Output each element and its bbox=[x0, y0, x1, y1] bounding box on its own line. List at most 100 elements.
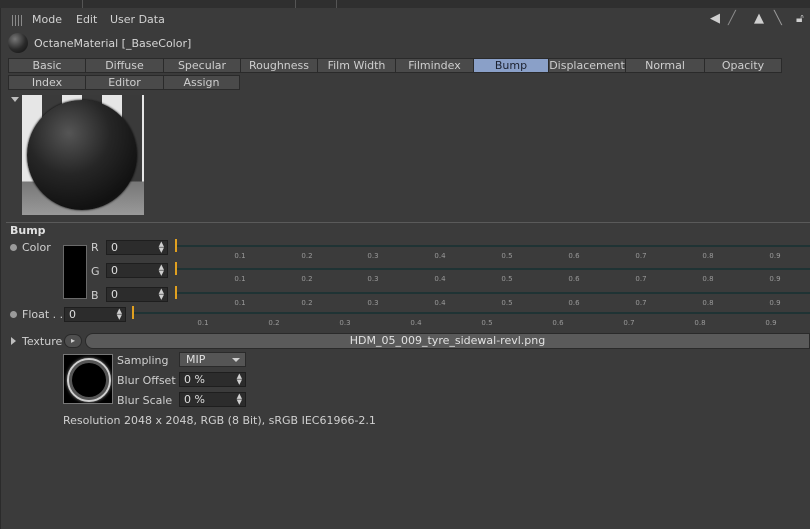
float-label: Float . . bbox=[22, 308, 64, 321]
preview-collapse-icon[interactable] bbox=[11, 97, 19, 102]
tab-opacity[interactable]: Opacity bbox=[704, 58, 782, 73]
tab-normal[interactable]: Normal bbox=[625, 58, 705, 73]
sampling-label: Sampling bbox=[117, 354, 169, 367]
channel-r-slider[interactable]: 0.1 0.2 0.3 0.4 0.5 0.6 0.7 0.8 0.9 bbox=[175, 239, 810, 260]
float-slider[interactable]: 0.1 0.2 0.3 0.4 0.5 0.6 0.7 0.8 0.9 bbox=[132, 306, 810, 327]
tick-label: 0.1 bbox=[234, 252, 246, 260]
tab-film-width[interactable]: Film Width bbox=[317, 58, 396, 73]
menu-user-data[interactable]: User Data bbox=[110, 13, 165, 26]
channel-r-label: R bbox=[91, 241, 99, 254]
float-animate-dot[interactable] bbox=[10, 311, 17, 318]
top-strip-segment bbox=[0, 0, 83, 8]
tick-label: 0.2 bbox=[268, 319, 280, 327]
section-title: Bump bbox=[6, 222, 810, 237]
blur-offset-label: Blur Offset bbox=[117, 374, 176, 387]
navigation-icons: ◀ ╱ ▲ ╲ 🔓︎ bbox=[710, 11, 810, 29]
tick-label: 0.9 bbox=[769, 275, 781, 283]
texture-thumbnail[interactable] bbox=[63, 354, 113, 404]
tick-label: 0.1 bbox=[197, 319, 209, 327]
channel-b-field[interactable]: 0 ▲ ▼ bbox=[106, 287, 168, 302]
tick-label: 0.7 bbox=[635, 275, 647, 283]
arrow-left-icon[interactable]: ◀ bbox=[710, 11, 720, 26]
channel-b-slider[interactable]: 0.1 0.2 0.3 0.4 0.5 0.6 0.7 0.8 0.9 bbox=[175, 286, 810, 307]
tick-label: 0.9 bbox=[765, 319, 777, 327]
tab-filmindex[interactable]: Filmindex bbox=[395, 58, 474, 73]
material-header: OctaneMaterial [_BaseColor] bbox=[8, 33, 803, 55]
tab-specular[interactable]: Specular bbox=[163, 58, 241, 73]
preview-sphere bbox=[27, 100, 137, 210]
tick-label: 0.4 bbox=[434, 252, 446, 260]
tick-label: 0.3 bbox=[367, 275, 379, 283]
tab-editor[interactable]: Editor bbox=[85, 75, 164, 90]
slider-knob[interactable] bbox=[175, 262, 177, 275]
material-title: OctaneMaterial [_BaseColor] bbox=[34, 37, 192, 50]
tab-assign[interactable]: Assign bbox=[163, 75, 240, 90]
slider-knob[interactable] bbox=[175, 239, 177, 252]
blur-scale-field[interactable]: 0 % ▲ ▼ bbox=[179, 392, 246, 407]
tick-label: 0.4 bbox=[434, 275, 446, 283]
tick-label: 0.8 bbox=[702, 252, 714, 260]
stepper-icon[interactable]: ▲ ▼ bbox=[159, 264, 164, 277]
chevron-down-icon bbox=[232, 358, 240, 362]
tick-label: 0.8 bbox=[694, 319, 706, 327]
material-ball-icon bbox=[8, 33, 28, 53]
blur-offset-field[interactable]: 0 % ▲ ▼ bbox=[179, 372, 246, 387]
channel-r-field[interactable]: 0 ▲ ▼ bbox=[106, 240, 168, 255]
material-preview[interactable] bbox=[22, 95, 144, 215]
tick-label: 0.9 bbox=[769, 252, 781, 260]
texture-label: Texture bbox=[22, 335, 63, 348]
channel-g-field[interactable]: 0 ▲ ▼ bbox=[106, 263, 168, 278]
tab-index[interactable]: Index bbox=[8, 75, 86, 90]
new-window-icon[interactable]: ╲ bbox=[774, 11, 782, 26]
menu-edit[interactable]: Edit bbox=[76, 13, 97, 26]
stepper-icon[interactable]: ▲ ▼ bbox=[237, 393, 242, 406]
arrow-diagonal-icon[interactable]: ╱ bbox=[728, 11, 736, 26]
tab-displacement[interactable]: Displacement bbox=[548, 58, 626, 73]
menu-bar: Mode Edit User Data ◀ ╱ ▲ ╲ 🔓︎ bbox=[6, 10, 810, 30]
grip-icon[interactable] bbox=[12, 15, 24, 26]
slider-knob[interactable] bbox=[175, 286, 177, 299]
stepper-icon[interactable]: ▲ ▼ bbox=[159, 288, 164, 301]
float-field[interactable]: 0 ▲ ▼ bbox=[64, 307, 126, 322]
top-panel-strip bbox=[0, 0, 810, 8]
channel-b-label: B bbox=[91, 289, 99, 302]
tick-label: 0.2 bbox=[301, 275, 313, 283]
channel-g-label: G bbox=[91, 265, 100, 278]
texture-file-field[interactable]: HDM_05_009_tyre_sidewal-revl.png bbox=[85, 333, 810, 349]
top-strip-segment bbox=[296, 0, 337, 8]
lock-icon[interactable]: 🔓︎ bbox=[796, 11, 804, 26]
menu-mode[interactable]: Mode bbox=[32, 13, 62, 26]
sampling-dropdown[interactable]: MIP bbox=[179, 352, 246, 367]
tick-label: 0.5 bbox=[501, 275, 513, 283]
tick-label: 0.6 bbox=[552, 319, 564, 327]
channel-g-slider[interactable]: 0.1 0.2 0.3 0.4 0.5 0.6 0.7 0.8 0.9 bbox=[175, 262, 810, 283]
texture-menu-button[interactable]: ▸ bbox=[64, 334, 82, 348]
tick-label: 0.2 bbox=[301, 252, 313, 260]
slider-knob[interactable] bbox=[132, 306, 134, 319]
stepper-icon[interactable]: ▲ ▼ bbox=[237, 373, 242, 386]
stepper-icon[interactable]: ▲ ▼ bbox=[117, 308, 122, 321]
tick-label: 0.6 bbox=[568, 252, 580, 260]
tick-label: 0.6 bbox=[568, 275, 580, 283]
tab-roughness[interactable]: Roughness bbox=[240, 58, 318, 73]
stepper-icon[interactable]: ▲ ▼ bbox=[159, 241, 164, 254]
blur-scale-label: Blur Scale bbox=[117, 394, 173, 407]
tab-basic[interactable]: Basic bbox=[8, 58, 86, 73]
tick-label: 0.3 bbox=[367, 252, 379, 260]
tick-label: 0.7 bbox=[635, 252, 647, 260]
color-animate-dot[interactable] bbox=[10, 244, 17, 251]
arrow-up-icon[interactable]: ▲ bbox=[754, 11, 764, 26]
left-panel-edge bbox=[0, 8, 1, 529]
tab-bump[interactable]: Bump bbox=[473, 58, 549, 73]
color-swatch[interactable] bbox=[63, 245, 87, 299]
texture-expand-icon[interactable] bbox=[11, 337, 16, 345]
tab-diffuse[interactable]: Diffuse bbox=[85, 58, 164, 73]
tick-label: 0.8 bbox=[702, 275, 714, 283]
tick-label: 0.5 bbox=[481, 319, 493, 327]
tick-label: 0.4 bbox=[410, 319, 422, 327]
tyre-ring-icon bbox=[67, 358, 111, 402]
tick-label: 0.1 bbox=[234, 275, 246, 283]
tick-label: 0.7 bbox=[623, 319, 635, 327]
color-label: Color bbox=[22, 241, 51, 254]
resolution-info: Resolution 2048 x 2048, RGB (8 Bit), sRG… bbox=[63, 414, 376, 427]
